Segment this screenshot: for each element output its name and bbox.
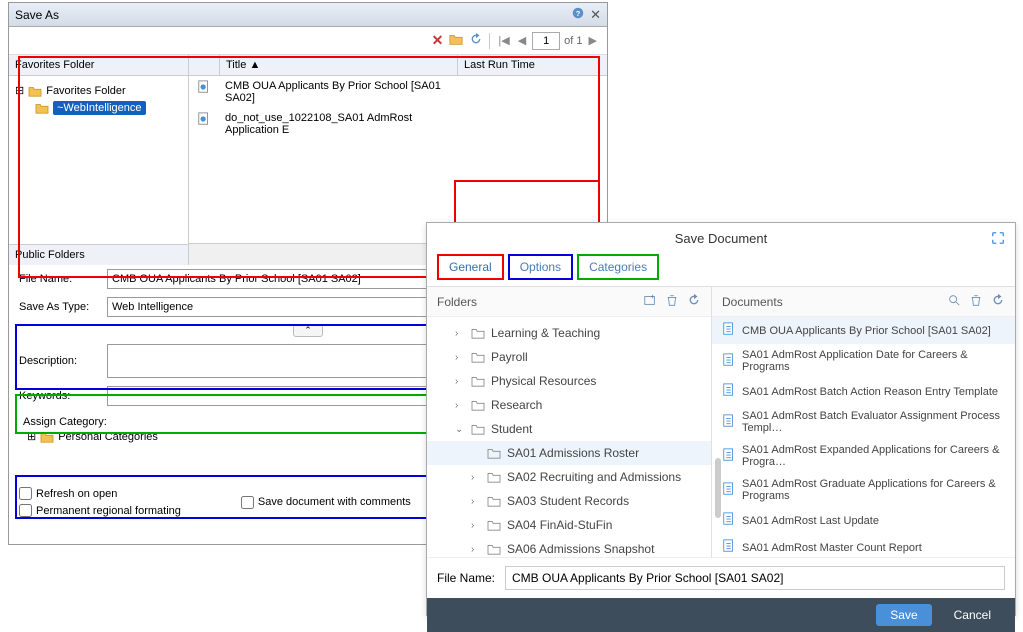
expand-icon[interactable]: ⊞ [27,430,36,443]
pager: |◀ ◀ of 1 ▶ [496,32,599,50]
save-with-comments-checkbox[interactable] [241,496,254,509]
tab-general[interactable]: General [437,254,504,280]
chevron-icon[interactable]: › [471,544,481,555]
first-page-icon[interactable]: |◀ [496,34,511,47]
document-item[interactable]: SA01 AdmRost Last Update [712,507,1015,534]
webi-doc-icon [722,448,736,465]
chevron-icon[interactable]: › [455,400,465,411]
documents-label: Documents [722,295,783,309]
trash-icon[interactable] [665,293,679,310]
document-item[interactable]: CMB OUA Applicants By Prior School [SA01… [712,317,1015,344]
tree-child-webintelligence[interactable]: ~WebIntelligence [15,99,182,117]
document-item[interactable]: SA01 AdmRost Graduate Applications for C… [712,473,1015,507]
chevron-icon[interactable]: › [471,520,481,531]
keywords-label: Keywords: [19,390,99,402]
tab-categories[interactable]: Categories [577,254,659,280]
folders-column: Folders ›Learning & Teaching›Payroll›Phy… [427,287,712,557]
refresh-on-open-checkbox[interactable] [19,487,32,500]
page-input[interactable] [532,32,560,50]
chevron-icon[interactable]: › [455,352,465,363]
public-folders[interactable]: Public Folders [9,244,188,265]
tree-header: Favorites Folder [9,55,188,76]
new-folder-icon[interactable] [643,293,657,310]
documents-column: Documents CMB OUA Applicants By Prior Sc… [712,287,1015,557]
tree-root[interactable]: ⊟ Favorites Folder [15,82,182,99]
page-of: of 1 [564,35,582,47]
folder-tree-pane: Favorites Folder ⊟ Favorites Folder ~Web… [9,55,189,265]
trash-icon[interactable] [969,293,983,310]
save-as-toolbar: ✕ |◀ ◀ of 1 ▶ [9,27,607,55]
save-button[interactable]: Save [876,604,931,626]
list-row[interactable]: CMB OUA Applicants By Prior School [SA01… [189,76,607,108]
save-doc-title: Save Document [427,223,1015,254]
tab-options[interactable]: Options [508,254,573,280]
list-row[interactable]: do_not_use_1022108_SA01 AdmRost Applicat… [189,108,607,140]
next-page-icon[interactable]: ▶ [587,34,599,47]
document-item[interactable]: SA01 AdmRost Batch Action Reason Entry T… [712,378,1015,405]
folder-item[interactable]: ›Payroll [427,345,711,369]
webi-doc-icon [722,482,736,499]
sort-asc-icon[interactable]: ▲ [249,59,260,71]
chevron-icon[interactable]: › [471,472,481,483]
svg-text:?: ? [576,9,581,18]
webi-doc-icon [722,322,736,339]
chevron-icon[interactable]: › [471,496,481,507]
webi-doc-icon [722,512,736,529]
document-item[interactable]: SA01 AdmRost Batch Evaluator Assignment … [712,405,1015,439]
folder-item[interactable]: ›SA06 Admissions Snapshot [427,537,711,557]
folder-item[interactable]: ›SA02 Recruiting and Admissions [427,465,711,489]
webi-doc-icon [722,353,736,370]
prev-page-icon[interactable]: ◀ [516,34,528,47]
folder-item[interactable]: ⌄Student [427,417,711,441]
save-document-dialog: Save Document General Options Categories… [426,222,1016,616]
delete-icon[interactable]: ✕ [432,32,444,49]
chevron-icon[interactable]: › [455,328,465,339]
save-as-titlebar: Save As ? ✕ [9,3,607,27]
webi-doc-icon [722,383,736,400]
filename-label: File Name: [437,571,495,585]
col-lastrun[interactable]: Last Run Time [457,55,607,75]
folder-item[interactable]: SA01 Admissions Roster [427,441,711,465]
description-label: Description: [19,355,99,367]
webi-doc-icon [722,414,736,431]
permanent-regional-checkbox[interactable] [19,504,32,517]
collapse-icon[interactable]: ⊟ [15,84,24,97]
save-as-title: Save As [15,8,59,22]
saveastype-label: Save As Type: [19,301,99,313]
tabs-row: General Options Categories [427,254,1015,287]
refresh-icon[interactable] [469,32,483,49]
refresh-icon[interactable] [687,293,701,310]
folders-label: Folders [437,295,477,309]
folder-item[interactable]: ›Research [427,393,711,417]
col-title: Title ▲ [219,55,457,75]
folder-item[interactable]: ›Physical Resources [427,369,711,393]
chevron-icon[interactable]: ⌄ [455,424,465,435]
search-icon[interactable] [947,293,961,310]
webi-doc-icon [722,539,736,556]
help-icon[interactable]: ? [572,7,584,22]
filename-input[interactable] [505,566,1005,590]
scrollbar[interactable] [715,458,721,518]
chevron-icon[interactable]: › [455,376,465,387]
folder-item[interactable]: ›SA04 FinAid-StuFin [427,513,711,537]
close-icon[interactable]: ✕ [590,7,601,23]
new-folder-icon[interactable] [449,32,463,49]
document-item[interactable]: SA01 AdmRost Expanded Applications for C… [712,439,1015,473]
expand-toggle[interactable]: ⌃ [293,324,323,337]
filename-label: File Name: [19,273,99,285]
folder-item[interactable]: ›Learning & Teaching [427,321,711,345]
cancel-button[interactable]: Cancel [940,604,1005,626]
document-item[interactable]: SA01 AdmRost Master Count Report [712,534,1015,557]
folder-item[interactable]: ›SA03 Student Records [427,489,711,513]
maximize-icon[interactable] [991,231,1005,248]
document-item[interactable]: SA01 AdmRost Application Date for Career… [712,344,1015,378]
refresh-icon[interactable] [991,293,1005,310]
